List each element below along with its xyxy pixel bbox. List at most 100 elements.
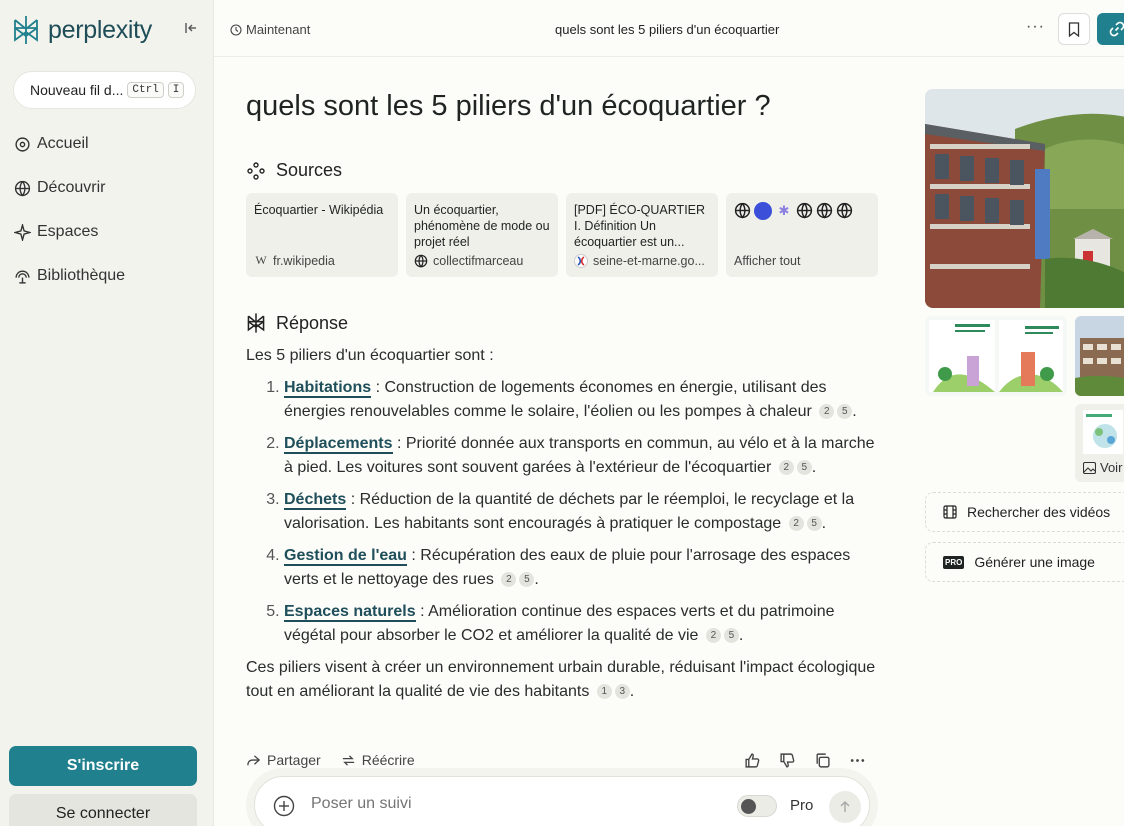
source-card[interactable]: Un écoquartier, phénomène de mode ou pro… (406, 193, 558, 277)
citation-badge[interactable]: 2 (819, 404, 835, 420)
logo-text: perplexity (48, 15, 152, 44)
sidebar-item-label: Accueil (37, 135, 89, 152)
list-item: Habitations : Construction de logements … (284, 376, 886, 424)
sources-row: Écoquartier - Wikipédia W fr.wikipedia U… (246, 193, 878, 277)
see-more-images-button[interactable]: Voir (1075, 404, 1124, 482)
collapse-sidebar-icon[interactable] (183, 20, 203, 40)
sidebar: perplexity Nouveau fil d... Ctrl I Accue… (0, 0, 213, 826)
perplexity-logo-icon (14, 16, 38, 44)
signup-button[interactable]: S'inscrire (9, 746, 197, 786)
image-result-main[interactable] (925, 89, 1124, 308)
thumbs-up-icon[interactable] (744, 752, 761, 769)
list-item: Gestion de l'eau : Récupération des eaux… (284, 544, 886, 592)
library-icon (15, 270, 30, 284)
image-icon (1083, 461, 1096, 474)
sources-heading: Sources (246, 160, 342, 181)
attach-plus-icon[interactable] (273, 795, 295, 817)
citation-badge[interactable]: 1 (596, 684, 612, 700)
citation-badge[interactable]: 2 (778, 460, 794, 476)
wikipedia-icon: W (255, 253, 267, 267)
sidebar-nav: Accueil Découvrir Espaces Bibliothèque (14, 133, 125, 309)
image-result-thumb[interactable] (925, 316, 1067, 396)
sources-heading-label: Sources (276, 160, 343, 180)
show-all-sources-card[interactable]: ✱ Afficher tout (726, 193, 878, 277)
site-logo-icon (754, 202, 772, 220)
search-videos-button[interactable]: Rechercher des vidéos (925, 492, 1124, 532)
main-panel: Maintenant quels sont les 5 piliers d'un… (213, 0, 1124, 826)
source-footer: collectifmarceau (414, 254, 523, 268)
login-button[interactable]: Se connecter (9, 794, 197, 826)
pillar-keyword-link[interactable]: Déchets (284, 491, 347, 510)
citation-badge[interactable]: 5 (837, 404, 853, 420)
film-icon (943, 505, 957, 519)
rewrite-label: Réécrire (361, 752, 415, 768)
sidebar-item-decouvrir[interactable]: Découvrir (14, 177, 125, 199)
followup-bar: Pro (254, 776, 870, 826)
sidebar-item-accueil[interactable]: Accueil (14, 133, 125, 155)
citation-badge[interactable]: 2 (705, 628, 721, 644)
citation-badge[interactable]: 5 (723, 628, 739, 644)
citation-badge[interactable]: 5 (519, 572, 535, 588)
flag-icon (574, 254, 588, 268)
see-more-label: Voir (1083, 460, 1122, 475)
bookmark-button[interactable] (1058, 13, 1090, 45)
globe-icon (734, 202, 751, 219)
citation-badge[interactable]: 5 (806, 516, 822, 532)
shortcut-i: I (167, 82, 185, 98)
sidebar-item-label: Espaces (37, 223, 99, 240)
answer-intro: Les 5 piliers d'un écoquartier sont : (246, 347, 494, 364)
citation-badge[interactable]: 2 (788, 516, 804, 532)
citation-badge[interactable]: 5 (796, 460, 812, 476)
copy-icon[interactable] (814, 752, 831, 769)
timestamp-label: Maintenant (246, 22, 311, 37)
clock-icon (230, 23, 242, 36)
pillar-keyword-link[interactable]: Gestion de l'eau (284, 547, 407, 566)
show-all-label: Afficher tout (734, 254, 801, 268)
rewrite-button[interactable]: Réécrire (341, 752, 415, 768)
conclusion-text: Ces piliers visent à créer un environnem… (246, 659, 876, 700)
perplexity-answer-icon (247, 313, 265, 333)
ecoquartier-brochure-image (925, 316, 1067, 396)
source-domain: seine-et-marne.go... (593, 254, 705, 268)
generate-image-label: Générer une image (974, 554, 1095, 570)
followup-input[interactable] (311, 795, 711, 813)
pillar-keyword-link[interactable]: Habitations (284, 379, 372, 398)
pillar-text: : Réduction de la quantité de déchets pa… (284, 491, 855, 532)
feedback-actions (744, 752, 866, 769)
search-icon (15, 136, 30, 152)
favicon-row: ✱ (734, 202, 870, 220)
pillar-keyword-link[interactable]: Espaces naturels (284, 603, 416, 622)
more-options-button[interactable]: ··· (1026, 18, 1045, 36)
more-options-icon[interactable] (849, 752, 866, 769)
image-result-thumb[interactable] (1075, 316, 1124, 396)
citation-badge[interactable]: 3 (614, 684, 630, 700)
new-thread-button[interactable]: Nouveau fil d... Ctrl I (13, 71, 196, 109)
sidebar-item-espaces[interactable]: Espaces (14, 221, 125, 243)
source-card[interactable]: [PDF] ÉCO-QUARTIER I. Définition Un écoq… (566, 193, 718, 277)
share-link-button[interactable] (1097, 13, 1124, 45)
list-item: Déplacements : Priorité donnée aux trans… (284, 432, 886, 480)
share-label: Partager (267, 752, 321, 768)
generate-image-button[interactable]: PRO Générer une image (925, 542, 1124, 582)
answer-actions: Partager Réécrire (246, 752, 415, 768)
pro-toggle[interactable] (737, 795, 777, 817)
thumbs-down-icon[interactable] (779, 752, 796, 769)
asterisk-icon: ✱ (778, 203, 790, 218)
source-card[interactable]: Écoquartier - Wikipédia W fr.wikipedia (246, 193, 398, 277)
thread-title: quels sont les 5 piliers d'un écoquartie… (555, 22, 780, 37)
citation-badge[interactable]: 2 (501, 572, 517, 588)
logo[interactable]: perplexity (12, 14, 152, 46)
answer-heading-label: Réponse (276, 312, 349, 333)
globe-icon (796, 202, 813, 219)
share-icon (247, 754, 261, 765)
pillar-keyword-link[interactable]: Déplacements (284, 435, 393, 454)
globe-icon (816, 202, 833, 219)
list-item: Déchets : Réduction de la quantité de dé… (284, 488, 886, 536)
share-button[interactable]: Partager (246, 752, 321, 768)
sidebar-item-bibliotheque[interactable]: Bibliothèque (14, 265, 125, 287)
answer-conclusion: Ces piliers visent à créer un environnem… (246, 659, 876, 700)
pillars-list: Habitations : Construction de logements … (284, 376, 886, 648)
send-button[interactable] (829, 791, 861, 823)
bookmark-icon (1068, 21, 1080, 37)
globe-icon (414, 254, 428, 268)
